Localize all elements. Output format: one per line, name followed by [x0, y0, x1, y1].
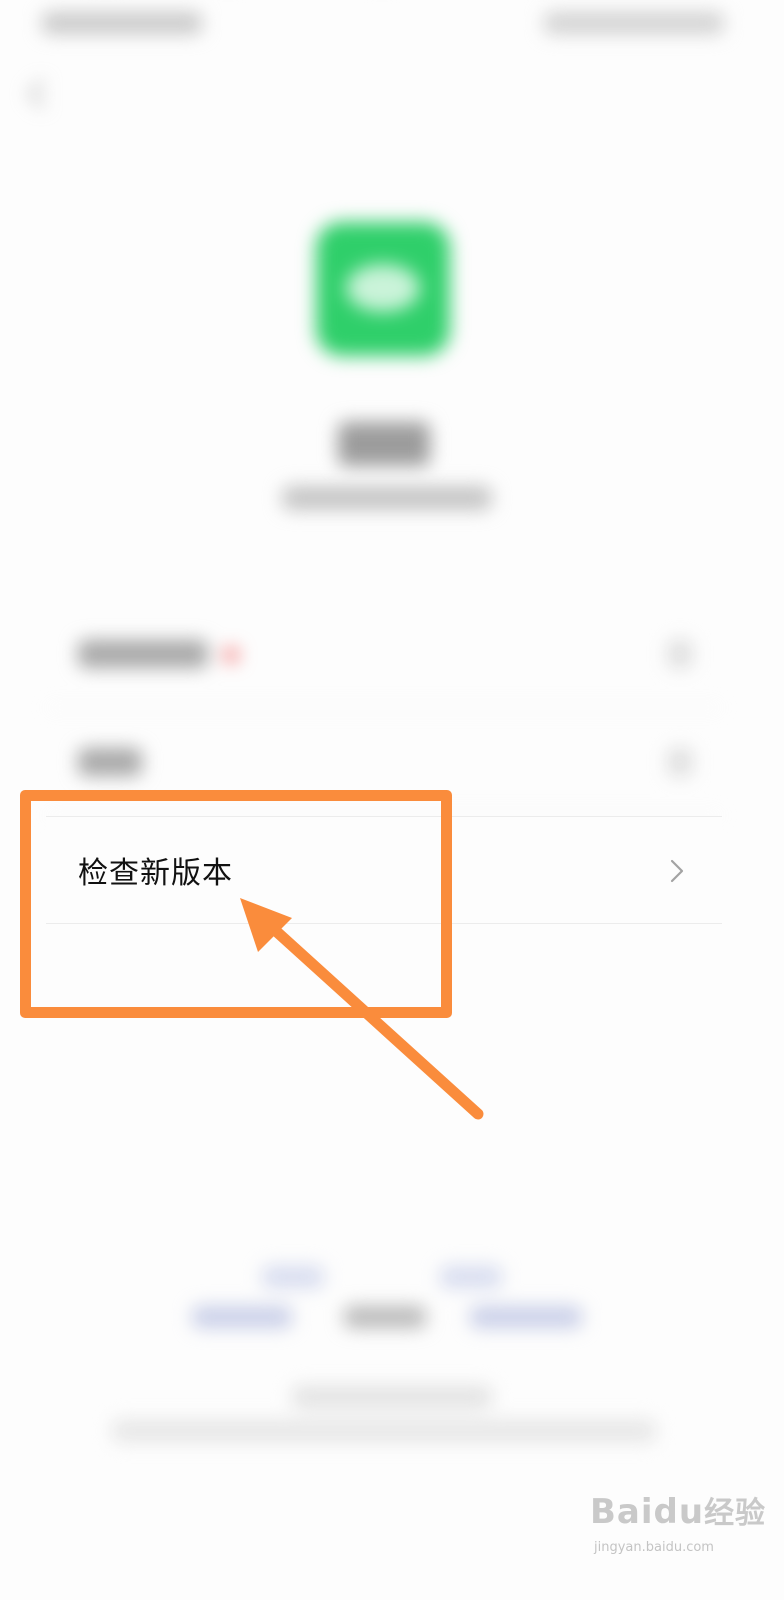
chevron-right-icon	[668, 748, 692, 776]
about-screen: 检查新版本 Baidu经验 jingyan.baidu.com	[0, 0, 784, 1600]
watermark-brand-suffix: du	[653, 1492, 705, 1532]
footer-link[interactable]	[192, 1306, 292, 1328]
chevron-right-icon	[670, 859, 684, 883]
app-logo-icon	[316, 222, 450, 356]
footer-link[interactable]	[440, 1266, 502, 1288]
menu-row-label	[78, 748, 142, 776]
status-bar	[0, 0, 784, 50]
watermark-logo: Baidu经验	[590, 1488, 766, 1532]
menu-row-features[interactable]	[46, 600, 722, 708]
new-badge	[224, 648, 238, 662]
watermark-brand: Bai	[590, 1492, 654, 1532]
watermark-url: jingyan.baidu.com	[594, 1540, 714, 1555]
menu-row-complaint[interactable]	[46, 708, 722, 816]
chevron-right-icon	[668, 640, 692, 668]
footer-link[interactable]	[470, 1306, 582, 1328]
status-indicators	[544, 12, 724, 34]
check-update-row[interactable]: 检查新版本	[46, 816, 722, 924]
app-name	[338, 422, 430, 466]
footer-copyright	[112, 1420, 656, 1442]
footer-link[interactable]	[262, 1266, 324, 1288]
check-update-label: 检查新版本	[78, 856, 233, 891]
footer-text	[292, 1386, 492, 1408]
status-time	[42, 12, 202, 34]
watermark: Baidu经验 jingyan.baidu.com	[590, 1484, 770, 1584]
menu-row-label	[78, 640, 208, 668]
app-version	[282, 486, 492, 510]
footer-link[interactable]	[344, 1306, 426, 1328]
chat-bubble-icon	[346, 264, 420, 312]
chevron-left-icon[interactable]	[22, 78, 56, 112]
watermark-brand-cn: 经验	[704, 1496, 767, 1531]
